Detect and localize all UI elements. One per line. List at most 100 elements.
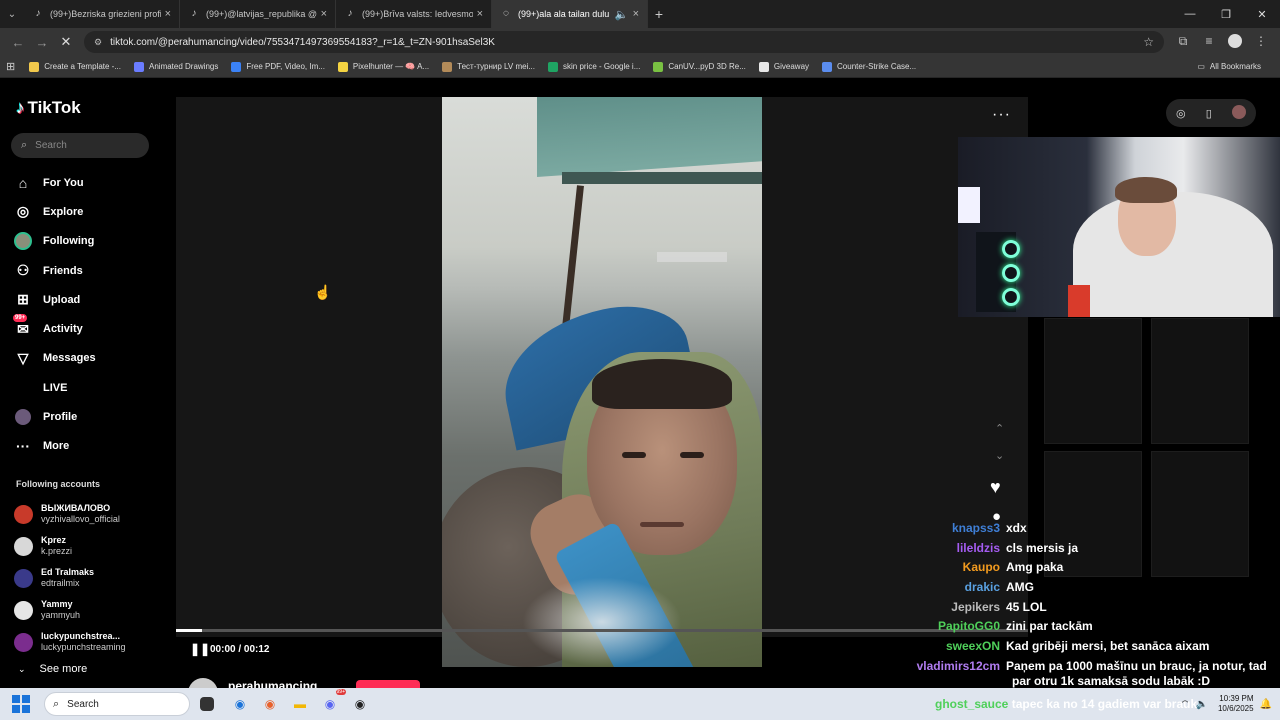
close-tab-icon[interactable]: ×: [321, 8, 327, 20]
tiktok-favicon-icon: ♪: [35, 8, 41, 19]
url-field[interactable]: ⚙ tiktok.com/@perahumancing/video/755347…: [84, 31, 1164, 53]
windows-start-icon[interactable]: [12, 695, 30, 713]
chat-message: Jepikers 45 LOL: [951, 599, 1047, 614]
video-frame[interactable]: [442, 97, 762, 667]
maximize-button[interactable]: ❐: [1208, 8, 1244, 21]
file-explorer-icon[interactable]: ▬: [288, 692, 312, 716]
main-nav: ⌂ For You ◎ Explore Following ⚇ Friends ⊞ Up…: [13, 168, 96, 461]
browser-tab-active[interactable]: ◌(99+)ala ala tailan dulu lpul🔈×: [492, 0, 648, 28]
obs-icon[interactable]: ◉: [348, 692, 372, 716]
bookmark-favicon-icon: [758, 61, 769, 72]
nav-item-profile[interactable]: Profile: [14, 402, 96, 431]
device-icon[interactable]: ▯: [1206, 107, 1212, 120]
following-account[interactable]: ВЫЖИВАЛОВО vyzhivallovo_official: [14, 498, 126, 530]
bookmarks-bar: ⊞ Create a Template -... Animated Drawin…: [0, 56, 1280, 78]
bookmark-favicon-icon: [822, 61, 833, 72]
stop-loading-button[interactable]: ✕: [54, 34, 78, 50]
following-account[interactable]: Ed Tralmaks edtrailmix: [14, 562, 126, 594]
bookmark-item[interactable]: Create a Template -...: [29, 61, 121, 72]
close-tab-icon[interactable]: ×: [633, 8, 639, 20]
following-accounts-title: Following accounts: [16, 479, 101, 489]
task-view-icon[interactable]: [200, 697, 214, 711]
forward-button[interactable]: →: [30, 35, 54, 50]
tab-search-icon[interactable]: ⌄: [0, 9, 24, 20]
loading-spinner-icon: ◌: [503, 8, 509, 19]
notification-bell-icon[interactable]: 🔔: [1260, 699, 1272, 710]
bookmark-favicon-icon: [653, 61, 664, 72]
back-button[interactable]: ←: [6, 35, 30, 50]
nav-item-messages[interactable]: ▽ Messages: [14, 344, 96, 373]
pause-button[interactable]: ❚❚: [190, 642, 210, 656]
video-thumbnail[interactable]: [1044, 318, 1142, 444]
taskbar-search[interactable]: ⌕ Search: [44, 692, 190, 716]
video-time: 00:00 / 00:12: [210, 644, 270, 655]
profile-avatar[interactable]: [1231, 104, 1246, 122]
bookmark-item[interactable]: Animated Drawings: [134, 61, 218, 72]
bookmark-item[interactable]: Free PDF, Video, Im...: [231, 61, 325, 72]
see-more-button[interactable]: ⌄ See more: [18, 663, 87, 675]
nav-item-friends[interactable]: ⚇ Friends: [14, 256, 96, 285]
bookmark-favicon-icon: [548, 61, 558, 72]
tiktok-logo[interactable]: ♪ TikTok: [16, 98, 81, 118]
nav-item-live[interactable]: LIVE: [14, 373, 96, 402]
browser-tab[interactable]: ♪(99+)Bezriska griezieni profilā ↗×: [24, 0, 180, 28]
bookmark-item[interactable]: Pixelhunter — 🧠 A...: [337, 61, 429, 72]
nav-item-following[interactable]: Following: [14, 227, 96, 256]
tiktok-note-icon: ♪: [16, 98, 25, 117]
follow-button[interactable]: [356, 680, 420, 688]
like-heart-icon[interactable]: ♥: [990, 477, 1001, 498]
apps-grid-icon[interactable]: ⊞: [6, 60, 15, 73]
nav-item-explore[interactable]: ◎ Explore: [14, 197, 96, 226]
media-controls-icon[interactable]: ≡: [1196, 34, 1222, 51]
browser-tab[interactable]: ♪(99+)Brīva valsts: Iedvesmojošā×: [336, 0, 492, 28]
activity-badge: 99+: [13, 314, 28, 323]
site-info-icon[interactable]: ⚙: [94, 37, 102, 48]
previous-video-icon[interactable]: ⌃: [995, 422, 1004, 435]
more-options-icon[interactable]: ···: [992, 106, 1011, 124]
all-bookmarks-button[interactable]: ▭ All Bookmarks: [1197, 62, 1261, 71]
close-tab-icon[interactable]: ×: [477, 8, 483, 20]
nav-item-activity[interactable]: ✉ 99+ Activity: [13, 314, 96, 343]
speaker-icon[interactable]: 🔈: [615, 8, 629, 21]
chrome-icon[interactable]: ◉: [228, 692, 252, 716]
coin-icon[interactable]: ◎: [1176, 107, 1186, 120]
nav-item-more[interactable]: ··· More: [14, 432, 96, 461]
bookmark-item[interactable]: Тест-турнир LV mei...: [442, 61, 535, 72]
nav-item-for-you[interactable]: ⌂ For You: [14, 168, 96, 197]
bookmark-item[interactable]: CanUV...pyD 3D Re...: [653, 61, 746, 72]
firefox-icon[interactable]: ◉: [258, 692, 282, 716]
bookmark-star-icon[interactable]: ☆: [1143, 35, 1154, 49]
discord-icon[interactable]: ◉ 99+: [318, 689, 346, 716]
bookmark-item[interactable]: Giveaway: [758, 61, 809, 72]
next-video-icon[interactable]: ⌄: [995, 449, 1004, 462]
new-tab-button[interactable]: +: [648, 6, 670, 22]
author-name[interactable]: perahumancing: [228, 679, 317, 688]
browser-menu-icon[interactable]: ⋮: [1248, 34, 1274, 51]
mouse-cursor-icon: ☝: [314, 284, 332, 300]
browser-tab-bar: ⌄ ♪(99+)Bezriska griezieni profilā ↗× ♪(…: [0, 0, 1280, 28]
following-account[interactable]: Kprez k.prezzi: [14, 530, 126, 562]
nav-item-upload[interactable]: ⊞ Upload: [14, 285, 96, 314]
search-input[interactable]: ⌕ Search: [11, 133, 149, 158]
window-controls: — ❐ ✕: [1172, 8, 1280, 21]
profile-avatar[interactable]: [1222, 33, 1248, 51]
following-account[interactable]: luckypunchstrea... luckypunchstreaming: [14, 626, 126, 658]
volume-icon[interactable]: 🔈: [1196, 699, 1208, 710]
search-icon: ⌕: [21, 139, 28, 151]
extensions-icon[interactable]: ⧉: [1170, 34, 1196, 51]
avatar[interactable]: [188, 678, 218, 688]
taskbar-clock[interactable]: 10:39 PM 10/6/2025: [1218, 694, 1254, 714]
bookmark-item[interactable]: skin price - Google i...: [548, 61, 640, 72]
avatar: [14, 632, 33, 652]
video-progress-fill: [176, 629, 202, 632]
minimize-button[interactable]: —: [1172, 8, 1208, 21]
close-window-button[interactable]: ✕: [1244, 8, 1280, 21]
bookmark-favicon-icon: [231, 61, 242, 72]
bookmark-item[interactable]: Counter-Strike Case...: [822, 61, 916, 72]
video-thumbnail[interactable]: [1151, 318, 1249, 444]
browser-tab[interactable]: ♪(99+)@latvijas_republika @latv×: [180, 0, 336, 28]
close-tab-icon[interactable]: ×: [165, 8, 171, 20]
following-account[interactable]: Yammy yammyuh: [14, 594, 126, 626]
search-icon: ⌕: [53, 697, 60, 710]
chat-message: knapss3 xdx: [951, 520, 1027, 535]
